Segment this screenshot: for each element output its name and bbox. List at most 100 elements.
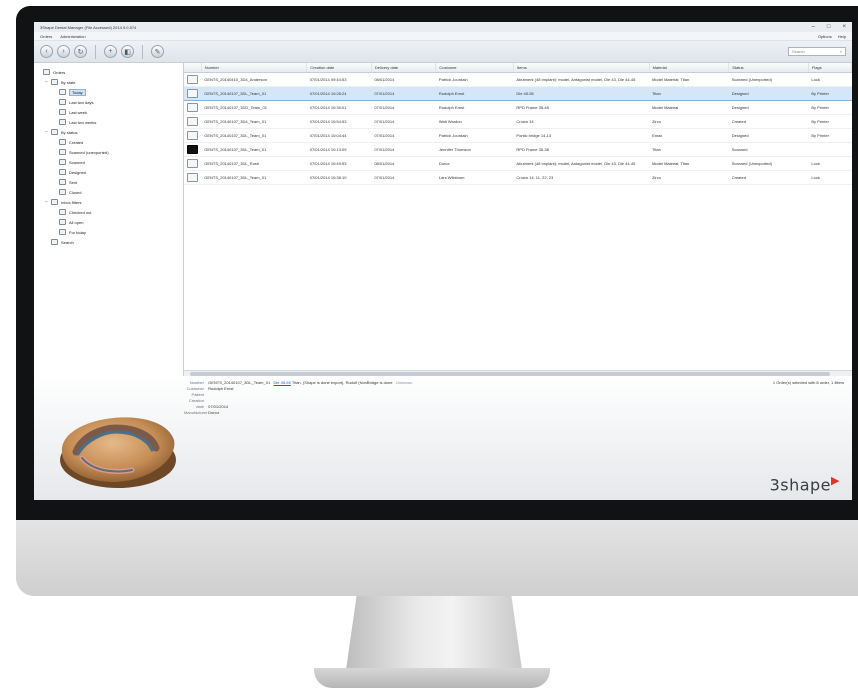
detail-items-link[interactable]: Die 45-55 [274, 380, 291, 385]
maximize-button[interactable]: □ [827, 24, 831, 30]
sidebar-item[interactable]: Last week [37, 107, 180, 117]
close-button[interactable]: × [842, 24, 846, 30]
table-body: GENTS_20140410_3D4_Anderson 07/01/2014 09… [184, 72, 852, 185]
sidebar-item[interactable]: Created [37, 137, 180, 147]
monitor-chin [16, 520, 858, 596]
sidebar-item-label: For today [69, 229, 86, 235]
cell-items: Pontic bridge 14-13 [513, 128, 650, 143]
table-row[interactable]: GENTS_20140107_3DL_Team_01 07/01/2014 10:… [184, 128, 852, 143]
folder-icon [43, 69, 50, 75]
cell-number: GENTS_20140107_3DL_Team_01 [201, 142, 307, 157]
folder-icon [59, 89, 66, 95]
column-header[interactable]: Items [513, 63, 650, 73]
cell-number: GENTS_20140410_3D4_Anderson [201, 72, 307, 87]
cell-created: 07/01/2014 10:28:24 [306, 85, 372, 101]
dental-model-3d-view[interactable] [52, 400, 182, 492]
order-type-icon [187, 172, 198, 182]
back-icon[interactable]: ‹ [40, 45, 53, 58]
cell-status: Designed [728, 100, 809, 115]
menu-help[interactable]: Help [838, 34, 846, 39]
sidebar-item-label: Search [61, 239, 74, 245]
table-row[interactable]: GENTS_20140107_3DL_Team_01 07/01/2014 10:… [184, 142, 852, 157]
column-header[interactable]: Creation date [306, 63, 372, 73]
new-order-icon[interactable]: + [104, 45, 117, 58]
detail-value: 07/01/2014 [208, 404, 229, 409]
forward-icon[interactable]: › [57, 45, 70, 58]
column-header[interactable] [184, 63, 202, 73]
folder-icon [59, 119, 66, 125]
search-placeholder: Search [792, 49, 805, 54]
folder-icon [51, 79, 58, 85]
sidebar-item[interactable]: Scanned [37, 157, 180, 167]
detail-panel: Number GENTS_20140107_3DL_Team_01 Die 45… [34, 376, 852, 500]
table-row[interactable]: GENTS_20140107_3D4_Team_01 07/01/2014 10:… [184, 114, 852, 129]
column-header[interactable]: Delivery date [371, 63, 437, 73]
menu-orders[interactable]: Orders [40, 34, 52, 39]
order-details: Number GENTS_20140107_3DL_Team_01 Die 45… [184, 380, 413, 416]
sidebar-item[interactable]: Last two weeks [37, 117, 180, 127]
window-controls: – □ × [812, 24, 846, 30]
cell-items: Abutment (48 Implant): model, Antagonist… [513, 72, 650, 87]
detail-key: Creation date [188, 398, 204, 409]
cell-number: GENTS_20140107_3DL_Team_01 [201, 85, 307, 101]
table-row[interactable]: GENTS_20140107_3DL_Team_01 07/01/2014 10:… [184, 170, 852, 185]
cell-flags: Lock [808, 72, 852, 87]
main-area: Orders − By state Today Last two days Last we… [34, 63, 852, 376]
sidebar-item[interactable]: Designed [37, 167, 180, 177]
table-row[interactable]: GENTS_20140107_3DL_Rush 07/01/2014 10:49:… [184, 156, 852, 171]
search-input[interactable]: Search ⌕ [788, 47, 846, 56]
cell-number: GENTS_20140107_3DL_Team_01 [201, 170, 307, 185]
cell-created: 07/01/2014 10:04:44 [306, 128, 372, 143]
sidebar-item[interactable]: − By status [37, 127, 180, 137]
menu-options[interactable]: Options [818, 34, 832, 39]
column-header[interactable]: Number [201, 63, 308, 73]
sidebar-item[interactable]: Closed [37, 187, 180, 197]
photo-scene: 3Shape Dental Manager (File Accessed) 20… [0, 0, 858, 693]
sidebar-item[interactable]: Today [37, 87, 180, 97]
column-header[interactable]: Material [649, 63, 730, 73]
sidebar-item[interactable]: Orders [37, 67, 180, 77]
menu-administration[interactable]: Administration [60, 34, 85, 39]
cell-number: GENTS_20140107_3D4_Team_01 [201, 114, 307, 129]
logo-text: 3shape [769, 475, 832, 494]
toolbar-separator [95, 44, 96, 59]
detail-value: GENTS_20140107_3DL_Team_01 [208, 380, 271, 385]
folder-icon [59, 209, 66, 215]
minimize-button[interactable]: – [812, 24, 815, 30]
sidebar-item[interactable]: Sent [37, 177, 180, 187]
table-row[interactable]: GENTS_20140107_3DL_Team_01 07/01/2014 10:… [184, 85, 852, 101]
table-row[interactable]: GENTS_20140107_3DD_Team_01 07/01/2014 10:… [184, 100, 852, 115]
column-header[interactable]: Flags [808, 63, 852, 73]
cell-delivery: 07/01/2014 [371, 85, 436, 101]
folder-icon [59, 149, 66, 155]
sidebar-item[interactable]: For today [37, 227, 180, 237]
column-header[interactable]: Customer [435, 63, 514, 73]
column-header[interactable]: Status [728, 63, 809, 73]
folder-icon [51, 129, 58, 135]
sidebar-item-label: Scanned [69, 159, 85, 165]
row-icon-cell [184, 100, 202, 115]
cell-status: Designed [728, 85, 809, 101]
scan-icon[interactable]: ◧ [121, 45, 134, 58]
sidebar-item[interactable]: Search [37, 237, 180, 247]
cell-flags: By Printer [808, 114, 852, 129]
sidebar-item-label: Sent [69, 179, 78, 185]
design-icon[interactable]: ✎ [151, 45, 164, 58]
row-icon-cell [184, 156, 202, 171]
order-type-icon [187, 102, 198, 112]
sidebar-item[interactable]: All open [37, 217, 180, 227]
cell-flags: Lock [808, 170, 852, 185]
sidebar-item[interactable]: Scanned (unexported) [37, 147, 180, 157]
orders-table: Number Creation date Delivery date Customer… [184, 63, 852, 185]
sidebar-item[interactable]: − By state [37, 77, 180, 87]
sidebar-item-label: Scanned (unexported) [69, 149, 109, 155]
sidebar-item[interactable]: − Inbox filters [37, 197, 180, 207]
sidebar-item[interactable]: Checked out [37, 207, 180, 217]
sidebar-item[interactable]: Last two days [37, 97, 180, 107]
refresh-icon[interactable]: ↻ [74, 45, 87, 58]
cell-created: 07/01/2014 10:35:01 [306, 100, 372, 115]
cell-material: Model Material [649, 100, 729, 115]
sidebar-item-label: Designed [69, 169, 86, 175]
cell-created: 07/01/2014 10:54:53 [306, 114, 372, 129]
table-row[interactable]: GENTS_20140410_3D4_Anderson 07/01/2014 09… [184, 72, 852, 87]
